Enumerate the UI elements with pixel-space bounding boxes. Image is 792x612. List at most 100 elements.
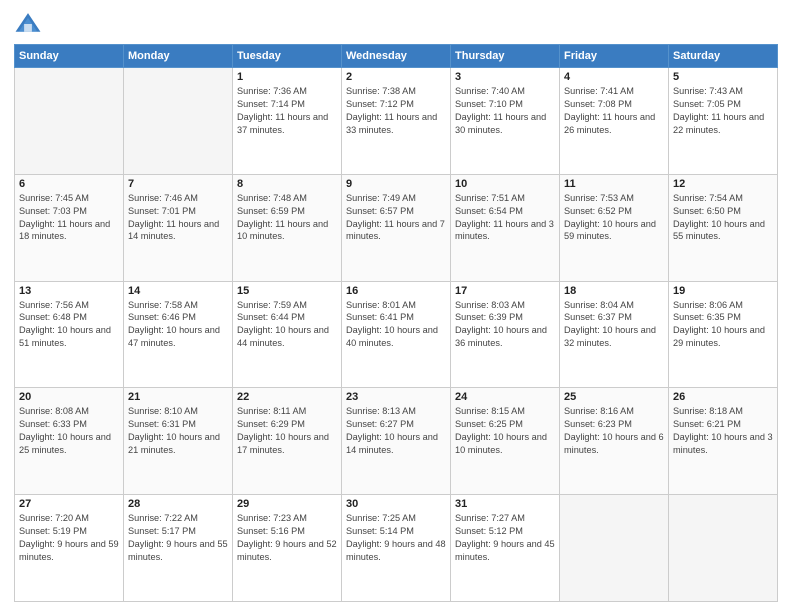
weekday-header-thursday: Thursday — [451, 45, 560, 68]
logo-icon — [14, 10, 42, 38]
day-number: 24 — [455, 391, 555, 403]
calendar-cell: 21 Sunrise: 8:10 AMSunset: 6:31 PMDayligh… — [124, 388, 233, 495]
day-info: Sunrise: 7:48 AMSunset: 6:59 PMDaylight:… — [237, 192, 337, 244]
day-number: 30 — [346, 498, 446, 510]
day-info: Sunrise: 7:58 AMSunset: 6:46 PMDaylight:… — [128, 299, 228, 351]
weekday-header-monday: Monday — [124, 45, 233, 68]
day-number: 3 — [455, 71, 555, 83]
day-number: 12 — [673, 178, 773, 190]
day-info: Sunrise: 7:27 AMSunset: 5:12 PMDaylight:… — [455, 512, 555, 564]
day-info: Sunrise: 7:20 AMSunset: 5:19 PMDaylight:… — [19, 512, 119, 564]
calendar-cell: 23 Sunrise: 8:13 AMSunset: 6:27 PMDayligh… — [342, 388, 451, 495]
calendar-cell: 2 Sunrise: 7:38 AMSunset: 7:12 PMDaylight… — [342, 68, 451, 175]
day-info: Sunrise: 7:25 AMSunset: 5:14 PMDaylight:… — [346, 512, 446, 564]
calendar-cell: 11 Sunrise: 7:53 AMSunset: 6:52 PMDayligh… — [560, 174, 669, 281]
day-number: 31 — [455, 498, 555, 510]
day-info: Sunrise: 7:59 AMSunset: 6:44 PMDaylight:… — [237, 299, 337, 351]
day-number: 18 — [564, 285, 664, 297]
calendar-cell: 25 Sunrise: 8:16 AMSunset: 6:23 PMDayligh… — [560, 388, 669, 495]
day-number: 19 — [673, 285, 773, 297]
day-info: Sunrise: 8:16 AMSunset: 6:23 PMDaylight:… — [564, 405, 664, 457]
day-number: 11 — [564, 178, 664, 190]
calendar-cell: 14 Sunrise: 7:58 AMSunset: 6:46 PMDayligh… — [124, 281, 233, 388]
calendar-cell: 27 Sunrise: 7:20 AMSunset: 5:19 PMDayligh… — [15, 495, 124, 602]
day-info: Sunrise: 8:03 AMSunset: 6:39 PMDaylight:… — [455, 299, 555, 351]
weekday-header-wednesday: Wednesday — [342, 45, 451, 68]
calendar-cell: 8 Sunrise: 7:48 AMSunset: 6:59 PMDaylight… — [233, 174, 342, 281]
logo — [14, 10, 46, 38]
weekday-header-saturday: Saturday — [669, 45, 778, 68]
calendar-cell: 28 Sunrise: 7:22 AMSunset: 5:17 PMDayligh… — [124, 495, 233, 602]
day-info: Sunrise: 7:54 AMSunset: 6:50 PMDaylight:… — [673, 192, 773, 244]
calendar-cell: 7 Sunrise: 7:46 AMSunset: 7:01 PMDaylight… — [124, 174, 233, 281]
calendar-cell: 16Sunrise: 8:01 AMSunset: 6:41 PMDayligh… — [342, 281, 451, 388]
day-info: Sunrise: 8:15 AMSunset: 6:25 PMDaylight:… — [455, 405, 555, 457]
calendar-cell: 17 Sunrise: 8:03 AMSunset: 6:39 PMDayligh… — [451, 281, 560, 388]
week-row-2: 6Sunrise: 7:45 AMSunset: 7:03 PMDaylight… — [15, 174, 778, 281]
calendar-cell — [15, 68, 124, 175]
day-number: 20 — [19, 391, 119, 403]
day-info: Sunrise: 7:43 AMSunset: 7:05 PMDaylight:… — [673, 85, 773, 137]
day-number: 10 — [455, 178, 555, 190]
calendar-table: SundayMondayTuesdayWednesdayThursdayFrid… — [14, 44, 778, 602]
day-info: Sunrise: 7:36 AMSunset: 7:14 PMDaylight:… — [237, 85, 337, 137]
day-number: 15 — [237, 285, 337, 297]
week-row-5: 27 Sunrise: 7:20 AMSunset: 5:19 PMDayligh… — [15, 495, 778, 602]
day-info: Sunrise: 8:10 AMSunset: 6:31 PMDaylight:… — [128, 405, 228, 457]
day-info: Sunrise: 7:46 AMSunset: 7:01 PMDaylight:… — [128, 192, 228, 244]
day-number: 8 — [237, 178, 337, 190]
calendar-cell: 13Sunrise: 7:56 AMSunset: 6:48 PMDayligh… — [15, 281, 124, 388]
calendar-cell — [669, 495, 778, 602]
day-number: 4 — [564, 71, 664, 83]
weekday-header-tuesday: Tuesday — [233, 45, 342, 68]
day-info: Sunrise: 7:49 AMSunset: 6:57 PMDaylight:… — [346, 192, 446, 244]
day-number: 25 — [564, 391, 664, 403]
day-number: 21 — [128, 391, 228, 403]
day-number: 16 — [346, 285, 446, 297]
calendar-cell: 6Sunrise: 7:45 AMSunset: 7:03 PMDaylight… — [15, 174, 124, 281]
day-info: Sunrise: 7:23 AMSunset: 5:16 PMDaylight:… — [237, 512, 337, 564]
calendar-cell: 31 Sunrise: 7:27 AMSunset: 5:12 PMDayligh… — [451, 495, 560, 602]
day-number: 5 — [673, 71, 773, 83]
day-number: 7 — [128, 178, 228, 190]
day-info: Sunrise: 8:18 AMSunset: 6:21 PMDaylight:… — [673, 405, 773, 457]
page: SundayMondayTuesdayWednesdayThursdayFrid… — [0, 0, 792, 612]
calendar-cell: 24 Sunrise: 8:15 AMSunset: 6:25 PMDayligh… — [451, 388, 560, 495]
day-number: 6 — [19, 178, 119, 190]
day-info: Sunrise: 7:53 AMSunset: 6:52 PMDaylight:… — [564, 192, 664, 244]
week-row-1: 1 Sunrise: 7:36 AMSunset: 7:14 PMDaylight… — [15, 68, 778, 175]
calendar-cell: 29Sunrise: 7:23 AMSunset: 5:16 PMDayligh… — [233, 495, 342, 602]
day-info: Sunrise: 7:22 AMSunset: 5:17 PMDaylight:… — [128, 512, 228, 564]
day-number: 27 — [19, 498, 119, 510]
weekday-header-friday: Friday — [560, 45, 669, 68]
day-info: Sunrise: 7:38 AMSunset: 7:12 PMDaylight:… — [346, 85, 446, 137]
calendar-cell: 26 Sunrise: 8:18 AMSunset: 6:21 PMDayligh… — [669, 388, 778, 495]
day-number: 26 — [673, 391, 773, 403]
day-number: 17 — [455, 285, 555, 297]
calendar-cell: 18 Sunrise: 8:04 AMSunset: 6:37 PMDayligh… — [560, 281, 669, 388]
calendar-cell: 4 Sunrise: 7:41 AMSunset: 7:08 PMDaylight… — [560, 68, 669, 175]
day-number: 23 — [346, 391, 446, 403]
weekday-header-sunday: Sunday — [15, 45, 124, 68]
day-number: 28 — [128, 498, 228, 510]
day-info: Sunrise: 7:41 AMSunset: 7:08 PMDaylight:… — [564, 85, 664, 137]
calendar-cell: 10Sunrise: 7:51 AMSunset: 6:54 PMDayligh… — [451, 174, 560, 281]
day-number: 1 — [237, 71, 337, 83]
day-number: 9 — [346, 178, 446, 190]
day-number: 14 — [128, 285, 228, 297]
day-info: Sunrise: 8:04 AMSunset: 6:37 PMDaylight:… — [564, 299, 664, 351]
day-info: Sunrise: 8:13 AMSunset: 6:27 PMDaylight:… — [346, 405, 446, 457]
week-row-4: 20 Sunrise: 8:08 AMSunset: 6:33 PMDayligh… — [15, 388, 778, 495]
calendar-cell: 1 Sunrise: 7:36 AMSunset: 7:14 PMDaylight… — [233, 68, 342, 175]
calendar-cell: 22Sunrise: 8:11 AMSunset: 6:29 PMDayligh… — [233, 388, 342, 495]
header — [14, 10, 778, 38]
day-number: 2 — [346, 71, 446, 83]
calendar-cell: 20 Sunrise: 8:08 AMSunset: 6:33 PMDayligh… — [15, 388, 124, 495]
calendar-cell: 12 Sunrise: 7:54 AMSunset: 6:50 PMDayligh… — [669, 174, 778, 281]
calendar-cell: 30 Sunrise: 7:25 AMSunset: 5:14 PMDayligh… — [342, 495, 451, 602]
weekday-header-row: SundayMondayTuesdayWednesdayThursdayFrid… — [15, 45, 778, 68]
day-info: Sunrise: 8:08 AMSunset: 6:33 PMDaylight:… — [19, 405, 119, 457]
day-info: Sunrise: 7:56 AMSunset: 6:48 PMDaylight:… — [19, 299, 119, 351]
day-info: Sunrise: 8:11 AMSunset: 6:29 PMDaylight:… — [237, 405, 337, 457]
calendar-cell — [560, 495, 669, 602]
